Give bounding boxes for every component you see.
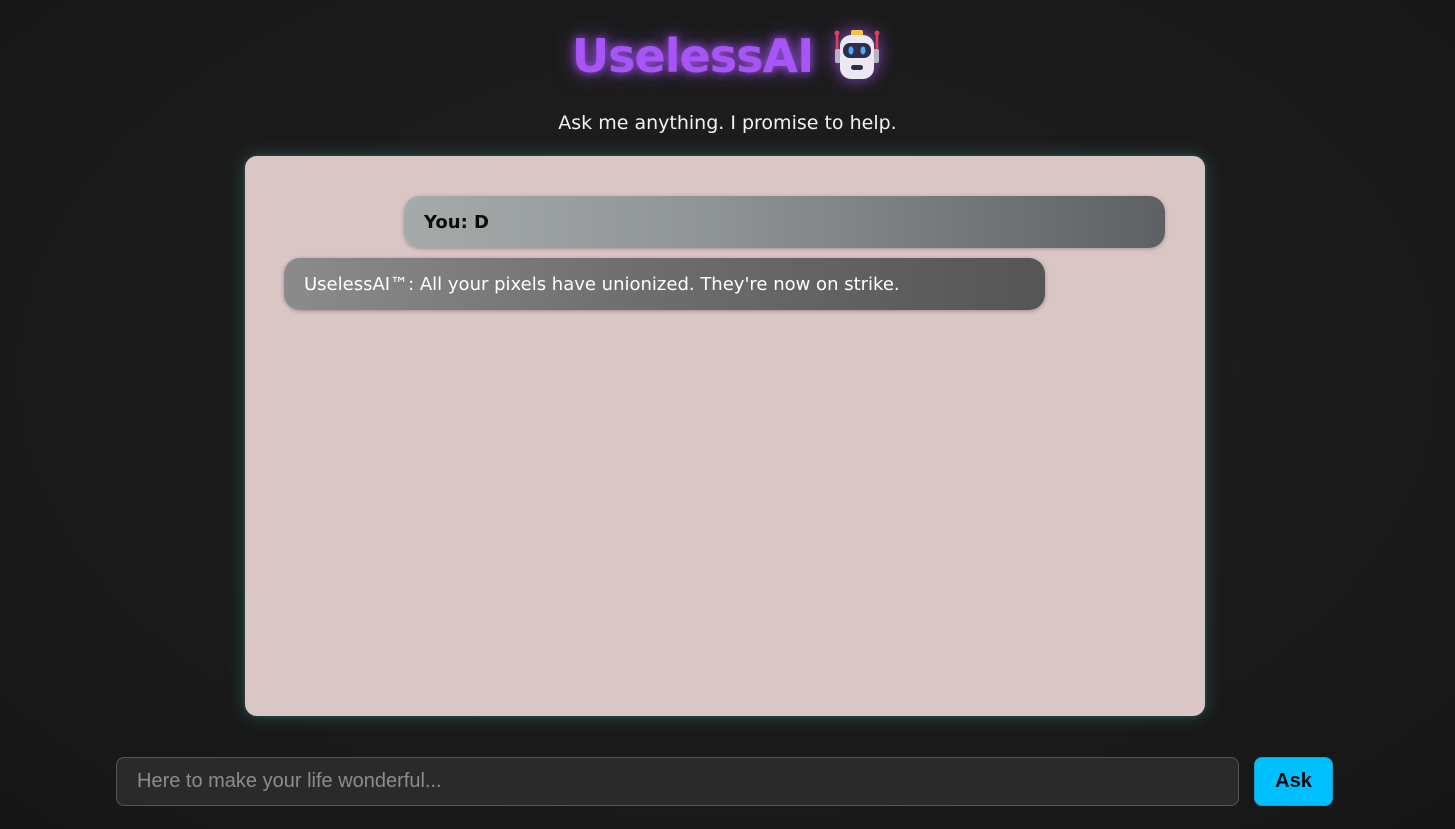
subtitle: Ask me anything. I promise to help. [558,112,897,134]
title-row: UselessAI [572,22,883,90]
robot-icon [831,27,883,85]
chat-area: You: D UselessAI™: All your pixels have … [245,156,1205,716]
user-message: You: D [404,196,1165,248]
input-row: Ask [116,757,1333,806]
ask-button[interactable]: Ask [1254,757,1333,806]
header: UselessAI [0,22,1455,90]
page-title: UselessAI [571,29,814,83]
question-input[interactable] [116,757,1239,806]
bot-message-text: UselessAI™: All your pixels have unioniz… [304,273,900,295]
user-message-text: You: D [424,211,489,233]
bot-message: UselessAI™: All your pixels have unioniz… [284,258,1045,310]
